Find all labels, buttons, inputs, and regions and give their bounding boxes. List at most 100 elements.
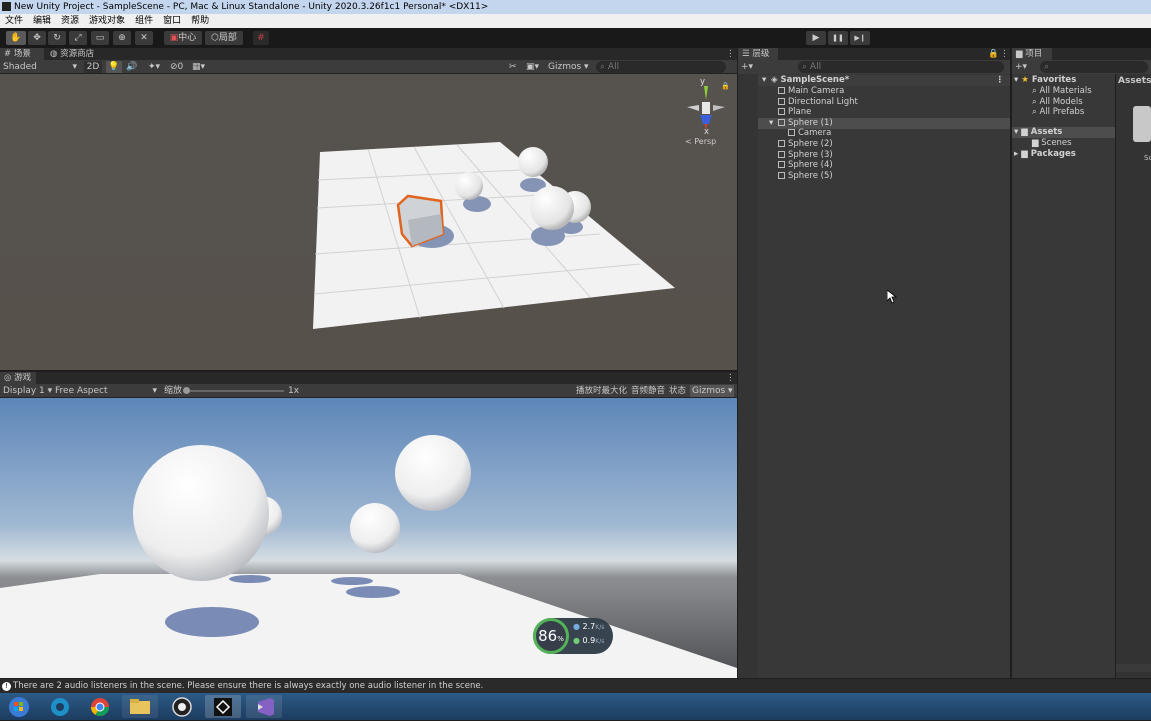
- folder-item[interactable]: ▆ Scenes: [1032, 138, 1114, 149]
- menu-assets[interactable]: 资源: [56, 14, 84, 28]
- mute-audio-toggle[interactable]: 音频静音: [631, 385, 665, 397]
- hierarchy-item[interactable]: Directional Light: [738, 97, 1010, 108]
- menu-edit[interactable]: 编辑: [28, 14, 56, 28]
- packages-folder-row[interactable]: ▸ ▆ Packages: [1014, 149, 1114, 160]
- play-button[interactable]: ▶: [806, 31, 826, 45]
- menu-component[interactable]: 组件: [130, 14, 158, 28]
- expand-arrow-icon: ▾: [762, 75, 767, 85]
- status-bar[interactable]: ! There are 2 audio listeners in the scen…: [0, 679, 1151, 693]
- lock-icon[interactable]: 🔒: [721, 82, 730, 90]
- project-breadcrumb[interactable]: Assets: [1118, 76, 1151, 87]
- cpu-percent-gauge: 86%: [533, 618, 569, 654]
- tools-icon[interactable]: ✂: [509, 61, 521, 73]
- step-button[interactable]: ▶❙: [850, 31, 870, 45]
- camera-dropdown-icon[interactable]: ▣▾: [526, 61, 546, 73]
- favorite-item[interactable]: ⌕ All Prefabs: [1032, 107, 1114, 118]
- tab-hierarchy[interactable]: ☰ 层级: [738, 48, 778, 60]
- hierarchy-item[interactable]: Plane: [738, 107, 1010, 118]
- hierarchy-menu-icon[interactable]: ⋮: [996, 48, 1009, 60]
- scale-label: 缩放: [164, 386, 183, 396]
- unity-icon[interactable]: [205, 695, 241, 718]
- maximize-on-play-toggle[interactable]: 播放时最大化: [576, 385, 628, 397]
- move-tool-icon[interactable]: ✥: [28, 31, 46, 45]
- file-explorer-icon[interactable]: [122, 695, 158, 718]
- scene-root-row[interactable]: ▾ ◈ SampleScene* ⋮: [738, 75, 1010, 86]
- tab-asset-store-label: 资源商店: [60, 49, 95, 59]
- x-axis-label: x: [704, 127, 710, 137]
- menu-window[interactable]: 窗口: [158, 14, 186, 28]
- hierarchy-search-input[interactable]: ⌕ All: [798, 61, 1004, 73]
- scale-tool-icon[interactable]: ⤢: [69, 31, 87, 45]
- tab-project[interactable]: ▆ 项目: [1012, 48, 1052, 60]
- favorites-row[interactable]: ▾ ★ Favorites: [1014, 75, 1114, 86]
- hierarchy-item[interactable]: Sphere (4): [738, 160, 1010, 171]
- windows-start-icon[interactable]: [2, 695, 36, 718]
- grid-snap-icon[interactable]: #: [253, 31, 269, 45]
- scene-search-input[interactable]: ⌕ All: [596, 61, 726, 73]
- windows-taskbar: [0, 693, 1151, 720]
- assets-folder-row[interactable]: ▾ ▆ Assets: [1012, 127, 1115, 138]
- create-dropdown[interactable]: +▾: [741, 61, 761, 73]
- pivot-toggle-button[interactable]: ▣中心: [164, 31, 202, 45]
- create-asset-dropdown[interactable]: +▾: [1015, 61, 1035, 73]
- pause-button[interactable]: ❚❚: [828, 31, 848, 45]
- 2d-toggle-button[interactable]: 2D: [84, 61, 102, 73]
- hierarchy-item[interactable]: Sphere (2): [738, 139, 1010, 150]
- game-menu-icon[interactable]: ⋮: [722, 372, 735, 384]
- favorite-item[interactable]: ⌕ All Models: [1032, 97, 1114, 108]
- hierarchy-item[interactable]: Main Camera: [738, 86, 1010, 97]
- menu-help[interactable]: 帮助: [186, 14, 214, 28]
- sphere-shadow: [331, 577, 373, 585]
- scale-slider[interactable]: [183, 387, 284, 394]
- aspect-dropdown[interactable]: Free Aspect ▾: [55, 385, 159, 397]
- scale-slider-handle[interactable]: [183, 387, 190, 394]
- gizmos-dropdown[interactable]: Gizmos ▾: [548, 61, 592, 73]
- effects-dropdown-icon[interactable]: ✦▾: [142, 61, 166, 73]
- tab-asset-store[interactable]: ◍ 资源商店: [46, 48, 102, 60]
- stats-toggle[interactable]: 状态: [669, 385, 687, 397]
- scene-menu-icon[interactable]: ⋮: [722, 48, 735, 60]
- favorite-item[interactable]: ⌕ All Materials: [1032, 86, 1114, 97]
- tab-project-label: 项目: [1025, 49, 1043, 59]
- display-dropdown[interactable]: Display 1 ▾: [3, 385, 53, 397]
- menu-file[interactable]: 文件: [0, 14, 28, 28]
- scene-viewport[interactable]: y x < Persp 🔒: [0, 74, 737, 370]
- hidden-objects-toggle[interactable]: ⊘0: [170, 61, 190, 73]
- visual-studio-icon[interactable]: [246, 695, 282, 718]
- rotate-tool-icon[interactable]: ↻: [48, 31, 66, 45]
- rect-tool-icon[interactable]: ▭: [91, 31, 109, 45]
- chevron-down-icon: ▾: [152, 386, 157, 396]
- game-gizmos-dropdown[interactable]: Gizmos ▾: [690, 385, 734, 397]
- grid-dropdown-icon[interactable]: ▦▾: [192, 61, 216, 73]
- chrome-icon[interactable]: [82, 695, 118, 718]
- tab-game[interactable]: ◎ 游戏: [0, 372, 36, 384]
- scene-menu-icon[interactable]: ⋮: [996, 75, 1005, 86]
- hierarchy-item-selected[interactable]: ▾ Sphere (1): [738, 117, 1010, 129]
- game-viewport[interactable]: 86% ● 2.7K/s ● 0.9K/s: [0, 398, 737, 678]
- space-toggle-button[interactable]: ⬡局部: [205, 31, 243, 45]
- lighting-toggle-icon[interactable]: 💡: [106, 61, 122, 73]
- download-arrow-icon: ●: [573, 636, 580, 645]
- obs-icon[interactable]: [164, 695, 200, 718]
- orientation-gizmo[interactable]: y x < Persp 🔒: [683, 77, 730, 152]
- project-search-input[interactable]: ⌕: [1040, 61, 1148, 73]
- custom-tool-icon[interactable]: ✕: [135, 31, 153, 45]
- project-zoom-slider[interactable]: [1116, 664, 1151, 672]
- shading-mode-dropdown[interactable]: Shaded ▾: [3, 61, 79, 73]
- transform-tool-icon[interactable]: ⊕: [113, 31, 131, 45]
- lock-icon[interactable]: 🔒: [984, 48, 999, 60]
- network-speed-overlay: 86% ● 2.7K/s ● 0.9K/s: [533, 618, 613, 654]
- hierarchy-item[interactable]: Sphere (3): [738, 150, 1010, 161]
- scenes-folder-thumbnail[interactable]: [1133, 106, 1151, 142]
- hierarchy-tab-strip: ☰ 层级 🔒 ⋮: [738, 48, 1010, 60]
- audio-toggle-icon[interactable]: 🔊: [124, 61, 140, 73]
- sphere-object: [530, 186, 574, 230]
- hierarchy-item[interactable]: Camera: [738, 128, 1010, 139]
- perspective-label[interactable]: < Persp: [685, 137, 716, 146]
- tab-scene[interactable]: # 场景: [0, 48, 44, 60]
- info-icon: !: [2, 682, 11, 691]
- hand-tool-icon[interactable]: ✋: [6, 31, 26, 45]
- hierarchy-item[interactable]: Sphere (5): [738, 171, 1010, 182]
- menu-gameobject[interactable]: 游戏对象: [84, 14, 130, 28]
- edge-icon[interactable]: [42, 695, 78, 718]
